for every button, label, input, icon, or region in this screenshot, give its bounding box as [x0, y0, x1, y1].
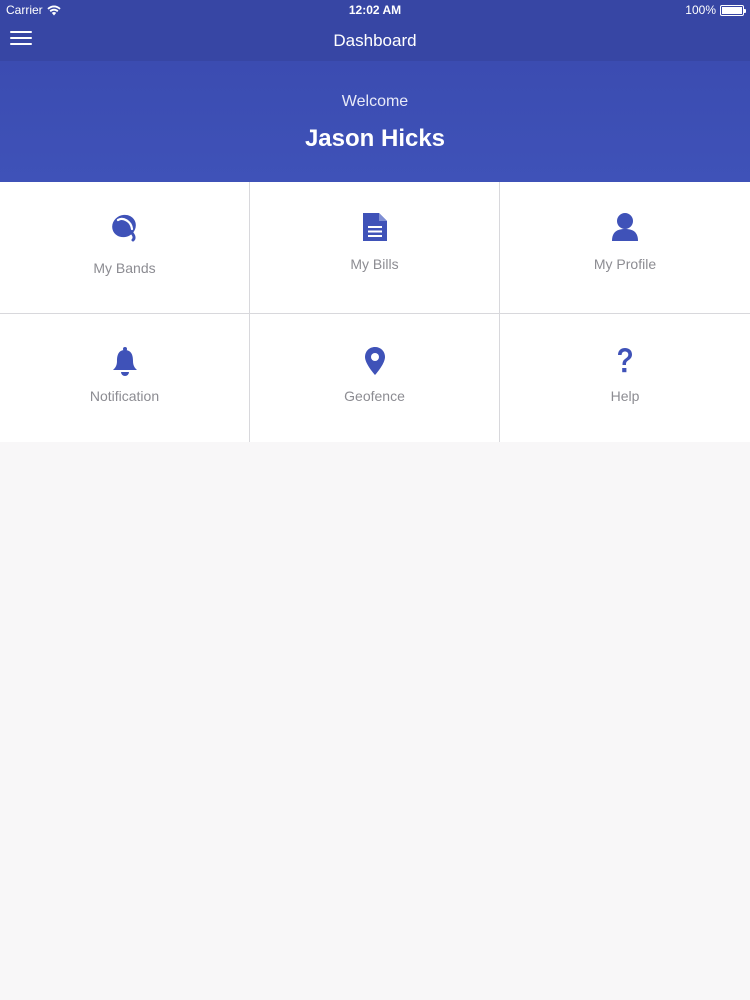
- navigation-bar: Dashboard: [0, 20, 750, 61]
- empty-content-area: [0, 442, 750, 1000]
- status-time: 12:02 AM: [348, 3, 402, 17]
- page-title: Dashboard: [333, 30, 417, 50]
- tile-my-bills[interactable]: My Bills: [250, 182, 500, 314]
- tile-my-profile[interactable]: My Profile: [500, 182, 750, 314]
- status-left: Carrier: [6, 3, 126, 17]
- tile-label: Notification: [89, 388, 160, 404]
- carrier-label: Carrier: [6, 3, 43, 17]
- status-right: 100%: [624, 3, 746, 17]
- battery-percent: 100%: [685, 3, 716, 17]
- status-bar: Carrier 12:02 AM 100%: [0, 0, 750, 20]
- tile-label: My Profile: [593, 256, 657, 272]
- hamburger-menu-icon[interactable]: [10, 29, 32, 47]
- user-icon: [608, 210, 642, 244]
- tile-geofence[interactable]: Geofence: [250, 314, 500, 442]
- tile-help[interactable]: Help: [500, 314, 750, 442]
- wifi-icon: [47, 4, 61, 15]
- question-icon: [608, 344, 642, 378]
- document-icon: [358, 210, 392, 244]
- battery-fill: [722, 6, 742, 14]
- map-pin-icon: [358, 344, 392, 378]
- band-icon: [108, 210, 142, 244]
- tile-notification[interactable]: Notification: [0, 314, 250, 442]
- tile-label: My Bills: [350, 256, 399, 272]
- bell-icon: [108, 344, 142, 378]
- tile-my-bands[interactable]: My Bands: [0, 182, 250, 314]
- tile-label: Geofence: [344, 388, 405, 404]
- welcome-label: Welcome: [341, 93, 409, 110]
- welcome-banner: Welcome Jason Hicks: [0, 61, 750, 182]
- battery-icon: [720, 4, 746, 16]
- tile-label: My Bands: [93, 260, 156, 276]
- user-name: Jason Hicks: [304, 125, 446, 152]
- tile-label: Help: [610, 388, 640, 404]
- dashboard-grid: My Bands My Bills My Profile Notificatio…: [0, 182, 750, 442]
